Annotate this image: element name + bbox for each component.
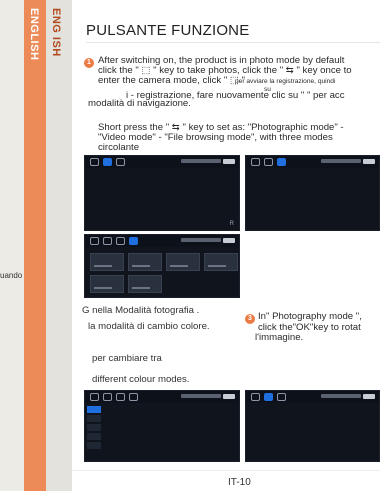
video-icon	[116, 237, 125, 245]
step-2-line-1: G nella Modalità fotografia .	[82, 305, 200, 316]
step-1-line-6: modalità di navigazione.	[88, 98, 191, 109]
language-tab[interactable]	[24, 0, 46, 491]
file-thumbnail	[90, 253, 124, 271]
camera-icon	[264, 393, 273, 401]
folder-icon	[129, 393, 138, 401]
step-2-line-4: different colour modes.	[92, 374, 190, 385]
home-icon	[251, 393, 260, 401]
screen-rotate-image	[245, 390, 380, 462]
step-1-bullet: 1	[84, 58, 94, 68]
battery-icon	[223, 238, 235, 243]
status-readout	[181, 394, 221, 398]
camera-icon	[264, 158, 273, 166]
colour-mode-item	[87, 442, 101, 449]
language-tab-secondary	[46, 0, 72, 491]
language-tab-secondary-label: ENG ISH	[50, 8, 62, 57]
camera-icon	[103, 393, 112, 401]
file-name-bar	[132, 287, 150, 289]
file-thumbnail	[204, 253, 238, 271]
screen-colour-modes	[84, 390, 240, 462]
title-divider	[86, 42, 380, 43]
screen-toolbar	[85, 235, 239, 247]
page-title: PULSANTE FUNZIONE	[86, 22, 250, 39]
camera-icon	[103, 237, 112, 245]
step-1-line-3-overlay: per avviare la registrazione, quindi	[235, 78, 336, 85]
video-icon	[116, 393, 125, 401]
video-icon	[277, 393, 286, 401]
step-3-line-1: In" Photography mode ",	[258, 311, 362, 322]
screen-toolbar	[85, 391, 239, 403]
step-3-bullet: 3	[245, 314, 255, 324]
screen-photo-mode: R	[84, 155, 240, 231]
status-readout	[181, 238, 221, 242]
screen-video-mode	[245, 155, 380, 231]
battery-icon	[363, 394, 375, 399]
colour-mode-item	[87, 415, 101, 422]
language-tab-label: ENGLISH	[28, 8, 40, 61]
step-1-line-3: enter the camera mode, click " ⬚ "	[98, 75, 246, 86]
step-2-line-3: per cambiare tra	[92, 353, 162, 364]
colour-mode-item	[87, 433, 101, 440]
footer-divider	[72, 470, 380, 471]
home-icon	[90, 158, 99, 166]
camera-icon	[103, 158, 112, 166]
file-thumbnail	[90, 275, 124, 293]
screen-toolbar	[246, 156, 379, 168]
battery-icon	[223, 394, 235, 399]
file-name-bar	[132, 265, 150, 267]
colour-mode-item	[87, 424, 101, 431]
video-icon	[116, 158, 125, 166]
battery-icon	[223, 159, 235, 164]
adjacent-page-text: uando	[0, 271, 23, 280]
left-page-margin	[0, 0, 24, 491]
resolution-mark: R	[229, 221, 234, 227]
file-name-bar	[208, 265, 226, 267]
home-icon	[90, 393, 99, 401]
home-icon	[251, 158, 260, 166]
colour-mode-item	[87, 406, 101, 413]
file-thumbnail	[166, 253, 200, 271]
step-3-line-3: l'immagine.	[255, 332, 304, 343]
screen-toolbar	[85, 156, 239, 168]
file-thumbnail	[128, 275, 162, 293]
file-name-bar	[94, 265, 112, 267]
status-readout	[181, 159, 221, 163]
step-1b-line-3: circolante	[98, 142, 140, 153]
video-icon	[277, 158, 286, 166]
status-readout	[321, 159, 361, 163]
folder-icon	[129, 237, 138, 245]
step-2-line-2: la modalità di cambio colore.	[88, 321, 210, 332]
file-thumbnail	[128, 253, 162, 271]
page-number: IT-10	[228, 477, 251, 488]
screen-toolbar	[246, 391, 379, 403]
battery-icon	[363, 159, 375, 164]
status-readout	[321, 394, 361, 398]
screen-file-browsing	[84, 234, 240, 298]
file-name-bar	[94, 287, 112, 289]
file-name-bar	[170, 265, 188, 267]
home-icon	[90, 237, 99, 245]
